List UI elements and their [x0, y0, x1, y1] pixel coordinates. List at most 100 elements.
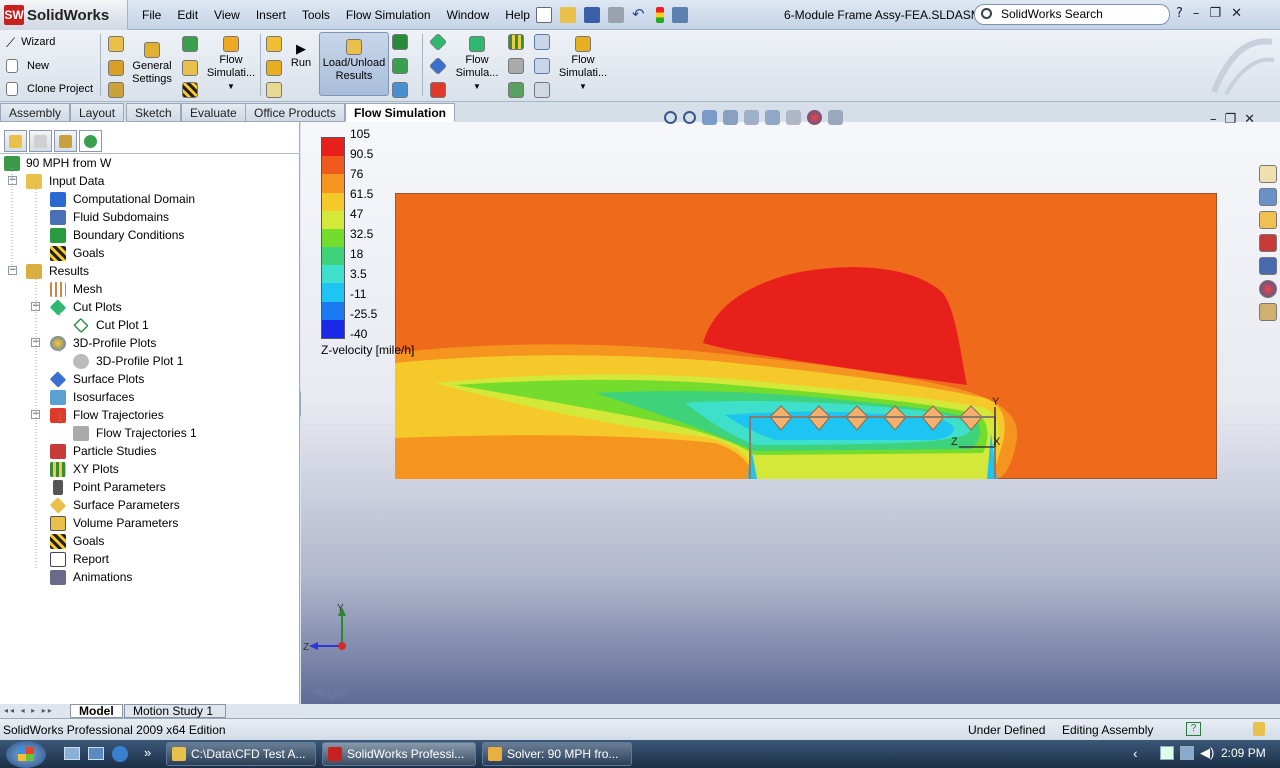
help-button[interactable]: ? [1176, 6, 1183, 21]
flow-simulation-button-1[interactable]: Flow Simulati... ▼ [205, 36, 257, 93]
new-project-button[interactable]: New [6, 59, 49, 73]
probe-icon[interactable] [508, 58, 524, 74]
new-document-icon[interactable] [536, 7, 552, 23]
rebuild-status-icon[interactable] [1253, 722, 1265, 736]
taskbar-solidworks-window[interactable]: SolidWorks Professi... [322, 742, 476, 766]
file-explorer-icon[interactable] [1259, 211, 1277, 229]
goals-icon[interactable] [182, 82, 198, 98]
boundary-icon[interactable] [182, 36, 198, 52]
results-icon-1[interactable] [392, 34, 408, 50]
display-toggle-icon-1[interactable] [534, 34, 550, 50]
wizard-button[interactable]: ⟋ Wizard [6, 36, 55, 49]
menu-view[interactable]: View [206, 8, 248, 22]
solver-icon-3[interactable] [266, 82, 282, 98]
taskbar-solver-window[interactable]: Solver: 90 MPH fro... [482, 742, 632, 766]
show-desktop-icon[interactable] [64, 747, 80, 760]
zoom-to-fit-icon[interactable] [664, 111, 677, 124]
taskbar-clock[interactable]: 2:09 PM [1221, 746, 1266, 760]
menu-help[interactable]: Help [497, 8, 538, 22]
rebuild-icon[interactable] [656, 7, 664, 23]
tree-cut-plot-1[interactable]: Cut Plot 1 [73, 316, 149, 334]
tab-evaluate[interactable]: Evaluate [181, 103, 246, 122]
custom-properties-icon[interactable] [1259, 303, 1277, 321]
doc-restore-button[interactable]: ❐ [1225, 112, 1237, 127]
taskbar-explorer-window[interactable]: C:\Data\CFD Test A... [166, 742, 316, 766]
tree-3d-profile-plot-1[interactable]: 3D-Profile Plot 1 [73, 352, 183, 370]
menu-edit[interactable]: Edit [169, 8, 206, 22]
surface-plot-icon[interactable] [428, 56, 448, 76]
display-style-icon[interactable] [765, 110, 780, 125]
menu-file[interactable]: File [134, 8, 169, 22]
hide-show-items-icon[interactable] [786, 110, 801, 125]
print-icon[interactable] [608, 7, 624, 23]
run-button[interactable]: ▶ Run [288, 42, 314, 70]
minimize-button[interactable]: – [1193, 6, 1200, 21]
tab-feature-tree[interactable] [4, 130, 27, 152]
cut-plot-icon[interactable] [428, 32, 448, 52]
app-logo[interactable]: SW SolidWorks [0, 0, 128, 30]
tab-flow-simulation[interactable]: Flow Simulation [345, 103, 455, 122]
menu-tools[interactable]: Tools [294, 8, 338, 22]
search-input[interactable]: SolidWorks Search [974, 4, 1170, 25]
tab-layout[interactable]: Layout [70, 103, 125, 122]
restore-button[interactable]: ❐ [1209, 6, 1221, 21]
solver-icon-2[interactable] [266, 60, 282, 76]
appearances-icon[interactable] [1259, 280, 1277, 298]
close-button[interactable]: ✕ [1231, 6, 1242, 21]
clone-project-button[interactable]: Clone Project [6, 82, 93, 96]
open-folder-icon[interactable] [560, 7, 576, 23]
solver-icon-1[interactable] [266, 36, 282, 52]
previous-view-icon[interactable] [702, 110, 717, 125]
view-palette-icon[interactable] [1259, 257, 1277, 275]
view-orientation-icon[interactable] [744, 110, 759, 125]
table-icon[interactable] [508, 82, 524, 98]
results-icon-2[interactable] [392, 58, 408, 74]
menu-window[interactable]: Window [439, 8, 498, 22]
project-icon-1[interactable] [108, 36, 124, 52]
project-icon-3[interactable] [108, 82, 124, 98]
volume-icon[interactable]: ◀) [1200, 745, 1214, 761]
cut-plot-z-velocity[interactable]: Y Z X [395, 193, 1217, 479]
action-center-icon[interactable] [1180, 746, 1194, 760]
trajectories-icon[interactable] [430, 82, 446, 98]
status-help-button[interactable]: ? [1186, 722, 1201, 736]
tab-model[interactable]: Model [70, 704, 123, 718]
flow-simulation-button-2[interactable]: Flow Simula... ▼ [452, 36, 502, 93]
save-icon[interactable] [584, 7, 600, 23]
quick-launch-overflow[interactable]: » [144, 745, 151, 760]
design-library-icon[interactable] [1259, 188, 1277, 206]
grid-icon[interactable] [508, 34, 524, 50]
search-results-icon[interactable] [1259, 234, 1277, 252]
tab-scroll-arrows-icon[interactable]: ◂◂ ◂ ▸ ▸▸ [4, 706, 54, 715]
flow-simulation-button-3[interactable]: Flow Simulati... ▼ [556, 36, 610, 93]
fan-icon[interactable] [182, 60, 198, 76]
tray-expand-arrow[interactable]: ‹ [1133, 745, 1138, 761]
doc-close-button[interactable]: ✕ [1244, 112, 1255, 127]
options-icon[interactable] [672, 7, 688, 23]
start-button[interactable] [6, 741, 46, 768]
menu-insert[interactable]: Insert [248, 8, 294, 22]
project-icon-2[interactable] [108, 60, 124, 76]
zoom-to-area-icon[interactable] [683, 111, 696, 124]
section-view-icon[interactable] [723, 110, 738, 125]
display-toggle-icon-2[interactable] [534, 58, 550, 74]
tab-motion-study-1[interactable]: Motion Study 1 [124, 704, 226, 718]
view-settings-icon[interactable] [828, 110, 843, 125]
internet-explorer-icon[interactable] [112, 746, 128, 762]
tree-flow-trajectories-1[interactable]: Flow Trajectories 1 [73, 424, 197, 442]
tab-configuration-manager[interactable] [54, 130, 77, 152]
network-icon[interactable] [1160, 746, 1174, 760]
solidworks-resources-icon[interactable] [1259, 165, 1277, 183]
doc-minimize-button[interactable]: – [1210, 112, 1217, 127]
tab-office-products[interactable]: Office Products [245, 103, 345, 122]
tab-flow-analysis-tree[interactable] [79, 130, 102, 152]
tab-property-manager[interactable] [29, 130, 52, 152]
load-unload-results-button[interactable]: Load/Unload Results [319, 32, 389, 96]
undo-icon[interactable]: ↶ [632, 7, 648, 23]
edit-appearance-icon[interactable] [807, 110, 822, 125]
tab-sketch[interactable]: Sketch [126, 103, 181, 122]
switch-windows-icon[interactable] [88, 747, 104, 760]
results-icon-3[interactable] [392, 82, 408, 98]
menu-flow-simulation[interactable]: Flow Simulation [338, 8, 439, 22]
tab-assembly[interactable]: Assembly [0, 103, 71, 122]
